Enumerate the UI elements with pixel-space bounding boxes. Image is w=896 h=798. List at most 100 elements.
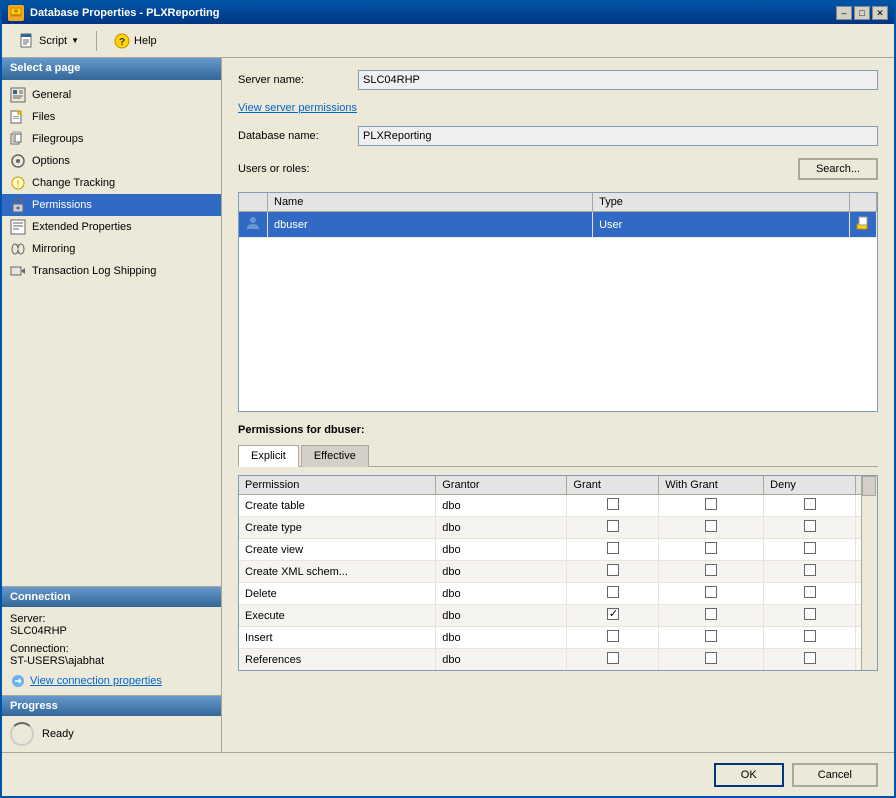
table-row[interactable]: Create typedbo <box>239 517 877 539</box>
table-row[interactable]: Create viewdbo <box>239 539 877 561</box>
connection-header: Connection <box>2 586 221 607</box>
sidebar-item-options[interactable]: Options <box>2 150 221 172</box>
connection-label: Connection: <box>10 643 69 655</box>
connection-link-icon <box>10 673 26 689</box>
perm-grantor: dbo <box>436 583 567 605</box>
extended-properties-label: Extended Properties <box>32 221 132 233</box>
grant-checkbox[interactable] <box>567 539 659 561</box>
svg-text:?: ? <box>119 37 125 48</box>
perm-permission: Insert <box>239 627 436 649</box>
table-row[interactable]: Create tabledbo <box>239 495 877 517</box>
grant-checkbox[interactable] <box>567 517 659 539</box>
perm-grantor: dbo <box>436 561 567 583</box>
table-row[interactable]: Create XML schem...dbo <box>239 561 877 583</box>
table-row[interactable]: Insertdbo <box>239 627 877 649</box>
connection-value: ST-USERS\ajabhat <box>10 655 104 667</box>
script-button[interactable]: Script ▼ <box>10 29 88 53</box>
mirroring-icon <box>10 241 26 257</box>
withgrant-checkbox[interactable] <box>659 517 764 539</box>
sidebar-header: Select a page <box>2 58 221 80</box>
deny-checkbox[interactable] <box>764 517 856 539</box>
perm-permission: References <box>239 649 436 671</box>
cancel-button[interactable]: Cancel <box>792 763 878 787</box>
server-value: SLC04RHP <box>10 625 67 637</box>
users-col-type: Type <box>593 193 850 212</box>
general-label: General <box>32 89 71 101</box>
perm-permission: Create view <box>239 539 436 561</box>
main-window: Database Properties - PLXReporting – □ ✕… <box>0 0 896 798</box>
deny-checkbox[interactable] <box>764 627 856 649</box>
perm-permission: Create type <box>239 517 436 539</box>
deny-checkbox[interactable] <box>764 495 856 517</box>
users-roles-label: Users or roles: <box>238 163 348 175</box>
users-roles-row: Users or roles: Search... <box>238 158 878 180</box>
server-name-input[interactable] <box>358 70 878 90</box>
sidebar-item-transaction-log-shipping[interactable]: Transaction Log Shipping <box>2 260 221 282</box>
perm-grantor: dbo <box>436 539 567 561</box>
maximize-button[interactable]: □ <box>854 6 870 20</box>
bottom-bar: OK Cancel <box>2 752 894 796</box>
table-row[interactable]: Executedbo <box>239 605 877 627</box>
main-content: Select a page General <box>2 58 894 752</box>
sidebar-item-general[interactable]: General <box>2 84 221 106</box>
help-button[interactable]: ? Help <box>105 29 166 53</box>
sidebar-item-permissions[interactable]: Permissions <box>2 194 221 216</box>
sidebar-item-filegroups[interactable]: Filegroups <box>2 128 221 150</box>
title-bar: Database Properties - PLXReporting – □ ✕ <box>2 2 894 24</box>
perm-col-grant: Grant <box>567 476 659 495</box>
grant-checkbox[interactable] <box>567 627 659 649</box>
user-icon-cell <box>239 212 268 238</box>
permissions-label: Permissions <box>32 199 92 211</box>
content-panel: Server name: View server permissions Dat… <box>222 58 894 752</box>
help-label: Help <box>134 35 157 47</box>
deny-checkbox[interactable] <box>764 561 856 583</box>
database-name-label: Database name: <box>238 130 348 142</box>
users-table: Name Type <box>239 193 877 238</box>
toolbar: Script ▼ ? Help <box>2 24 894 58</box>
perm-permission: Execute <box>239 605 436 627</box>
withgrant-checkbox[interactable] <box>659 495 764 517</box>
search-button[interactable]: Search... <box>798 158 878 180</box>
view-connection-properties-link[interactable]: View connection properties <box>30 675 162 687</box>
grant-checkbox[interactable] <box>567 649 659 671</box>
withgrant-checkbox[interactable] <box>659 649 764 671</box>
permissions-table: Permission Grantor Grant With Grant Deny… <box>239 476 877 671</box>
grant-checkbox[interactable] <box>567 495 659 517</box>
deny-checkbox[interactable] <box>764 539 856 561</box>
table-row[interactable]: Referencesdbo <box>239 649 877 671</box>
grant-checkbox[interactable] <box>567 583 659 605</box>
withgrant-checkbox[interactable] <box>659 539 764 561</box>
permissions-icon <box>10 197 26 213</box>
tab-effective[interactable]: Effective <box>301 445 369 467</box>
window-icon <box>8 5 24 21</box>
user-icon <box>245 215 261 231</box>
minimize-button[interactable]: – <box>836 6 852 20</box>
sidebar-item-files[interactable]: Files <box>2 106 221 128</box>
server-name-label: Server name: <box>238 74 348 86</box>
withgrant-checkbox[interactable] <box>659 627 764 649</box>
sidebar-item-extended-properties[interactable]: Extended Properties <box>2 216 221 238</box>
deny-checkbox[interactable] <box>764 605 856 627</box>
withgrant-checkbox[interactable] <box>659 583 764 605</box>
deny-checkbox[interactable] <box>764 583 856 605</box>
sidebar-item-mirroring[interactable]: Mirroring <box>2 238 221 260</box>
tabs-container: Explicit Effective <box>238 444 878 467</box>
close-button[interactable]: ✕ <box>872 6 888 20</box>
withgrant-checkbox[interactable] <box>659 561 764 583</box>
table-row[interactable]: dbuser User <box>239 212 877 238</box>
database-name-input[interactable] <box>358 126 878 146</box>
toolbar-separator <box>96 31 97 51</box>
deny-checkbox[interactable] <box>764 649 856 671</box>
view-server-permissions-link[interactable]: View server permissions <box>238 102 357 114</box>
perm-col-permission: Permission <box>239 476 436 495</box>
withgrant-checkbox[interactable] <box>659 605 764 627</box>
ok-button[interactable]: OK <box>714 763 784 787</box>
server-label: Server: <box>10 613 45 625</box>
sidebar-item-change-tracking[interactable]: ! Change Tracking <box>2 172 221 194</box>
grant-checkbox[interactable] <box>567 561 659 583</box>
tab-explicit[interactable]: Explicit <box>238 445 299 467</box>
database-name-row: Database name: <box>238 126 878 146</box>
grant-checkbox[interactable] <box>567 605 659 627</box>
scrollbar[interactable] <box>861 476 877 670</box>
table-row[interactable]: Deletedbo <box>239 583 877 605</box>
